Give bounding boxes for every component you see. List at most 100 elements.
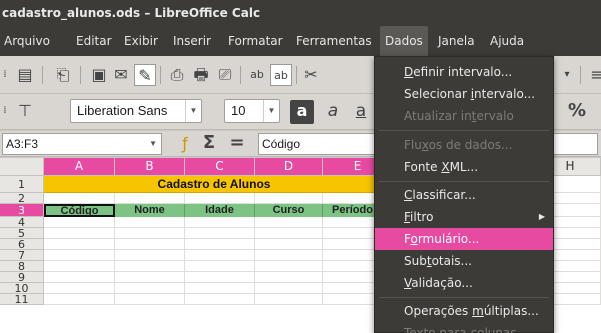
menu-ferramentas[interactable]: Ferramentas xyxy=(296,26,372,56)
grid-cell[interactable] xyxy=(115,250,185,261)
grid-cell[interactable] xyxy=(185,294,255,305)
font-name-box[interactable]: Liberation Sans ▼ xyxy=(70,99,202,123)
grid-cell[interactable] xyxy=(185,239,255,250)
grid-cell[interactable] xyxy=(185,217,255,228)
print-icon[interactable]: 🖶 xyxy=(190,64,212,86)
menu-janela[interactable]: Janela xyxy=(438,26,475,56)
submenu-arrow-icon: ▶ xyxy=(538,212,545,221)
formula-icon[interactable]: = xyxy=(226,132,248,154)
grid-cell[interactable] xyxy=(185,272,255,283)
grid-cell[interactable] xyxy=(44,217,115,228)
toolbar-grip-icon[interactable]: ⁞ xyxy=(0,64,10,86)
menu-item-subtotais[interactable]: Subtotais... xyxy=(375,250,553,272)
grid-cell[interactable] xyxy=(115,217,185,228)
bold-icon[interactable]: a xyxy=(290,100,314,124)
grid-cell[interactable] xyxy=(255,217,323,228)
chevron-down-icon[interactable]: ▼ xyxy=(185,100,201,122)
overflow-icon[interactable]: ≡ xyxy=(586,64,601,86)
grid-cell[interactable] xyxy=(255,294,323,305)
grid-cell[interactable] xyxy=(44,283,115,294)
grid-cell[interactable] xyxy=(185,261,255,272)
spellcheck-icon[interactable]: ab xyxy=(246,64,268,86)
grid-cell[interactable] xyxy=(185,228,255,239)
grid-cell[interactable] xyxy=(185,283,255,294)
grid-cell[interactable] xyxy=(115,239,185,250)
column-header-b[interactable]: B xyxy=(115,158,185,176)
grid-cell[interactable] xyxy=(255,283,323,294)
menu-arquivo[interactable]: Arquivo xyxy=(4,26,50,56)
save-icon[interactable]: ▣ xyxy=(88,64,110,86)
grid-cell[interactable] xyxy=(115,228,185,239)
chevron-down-icon[interactable]: ▼ xyxy=(149,134,157,154)
chevron-down-icon[interactable]: ▼ xyxy=(263,100,279,122)
menu-editar[interactable]: Editar xyxy=(76,26,112,56)
grid-cell[interactable] xyxy=(115,193,185,204)
menu-item-filtro[interactable]: Filtro ▶ xyxy=(375,206,553,228)
select-all-corner[interactable] xyxy=(0,158,44,176)
grid-cell[interactable] xyxy=(115,283,185,294)
autospellcheck-icon[interactable]: ab xyxy=(270,64,292,86)
name-box[interactable]: A3:F3 ▼ xyxy=(2,133,162,155)
grid-cell[interactable] xyxy=(255,193,323,204)
print-preview-icon[interactable]: ⎚ xyxy=(214,64,236,86)
font-size-box[interactable]: 10 ▼ xyxy=(224,99,280,123)
menu-formatar[interactable]: Formatar xyxy=(228,26,283,56)
email-icon[interactable]: ✉ xyxy=(110,64,132,86)
grid-cell[interactable] xyxy=(44,261,115,272)
grid-cell[interactable] xyxy=(255,261,323,272)
menu-item-operacoes-multiplas[interactable]: Operações múltiplas... xyxy=(375,300,553,322)
menu-separator xyxy=(379,181,549,182)
grid-cell[interactable] xyxy=(44,250,115,261)
header-cell-curso[interactable]: Curso xyxy=(255,204,323,217)
grid-cell[interactable] xyxy=(44,193,115,204)
menu-item-definir-intervalo[interactable]: Definir intervalo... xyxy=(375,61,553,83)
grid-cell[interactable] xyxy=(115,272,185,283)
grid-cell[interactable] xyxy=(185,250,255,261)
edit-mode-icon[interactable]: ✎ xyxy=(134,64,156,86)
menu-separator xyxy=(379,297,549,298)
grid-cell[interactable] xyxy=(255,272,323,283)
grid-cell[interactable] xyxy=(255,250,323,261)
header-cell-idade[interactable]: Idade xyxy=(185,204,255,217)
menu-item-texto-para-colunas: Texto para colunas... xyxy=(404,326,529,333)
grid-cell[interactable] xyxy=(255,228,323,239)
menu-item-selecionar-intervalo[interactable]: Selecionar intervalo... xyxy=(375,83,553,105)
column-header-d[interactable]: D xyxy=(255,158,323,176)
row-header-2[interactable]: 2 xyxy=(0,193,44,204)
new-document-icon[interactable]: ▤ xyxy=(14,64,36,86)
export-pdf-icon[interactable]: ⎙ xyxy=(166,64,188,86)
cut-icon[interactable]: ✂ xyxy=(300,64,322,86)
percent-format-icon[interactable]: % xyxy=(566,100,588,122)
menu-exibir[interactable]: Exibir xyxy=(124,26,158,56)
toolbar-grip-icon[interactable]: ⁞ xyxy=(0,100,10,122)
sum-icon[interactable]: Σ xyxy=(198,132,220,154)
menu-item-formulario[interactable]: Formulário... xyxy=(375,228,553,250)
header-cell-codigo[interactable]: Código xyxy=(44,204,115,217)
menu-dados[interactable]: Dados xyxy=(380,26,428,56)
grid-cell[interactable] xyxy=(115,261,185,272)
header-cell-nome[interactable]: Nome xyxy=(115,204,185,217)
column-header-c[interactable]: C xyxy=(185,158,255,176)
menu-inserir[interactable]: Inserir xyxy=(173,26,211,56)
sheet-title-cell[interactable]: Cadastro de Alunos xyxy=(44,176,384,193)
grid-cell[interactable] xyxy=(255,239,323,250)
grid-cell[interactable] xyxy=(44,228,115,239)
menu-item-validacao[interactable]: Validação... xyxy=(375,272,553,294)
open-file-icon[interactable]: ⎗ xyxy=(52,64,74,86)
italic-icon[interactable]: a xyxy=(322,100,344,122)
row-header-1[interactable]: 1 xyxy=(0,176,44,193)
row-header-11[interactable]: 11 xyxy=(0,294,44,305)
column-header-a[interactable]: A xyxy=(44,158,115,176)
menu-ajuda[interactable]: Ajuda xyxy=(490,26,524,56)
menu-item-fonte-xml[interactable]: Fonte XML... xyxy=(375,156,553,178)
styles-icon[interactable]: ⊤ xyxy=(14,100,36,122)
function-wizard-icon[interactable]: ƒ xyxy=(174,133,196,155)
grid-cell[interactable] xyxy=(44,239,115,250)
underline-icon[interactable]: a xyxy=(350,100,372,122)
dropdown-arrow-icon[interactable]: ▾ xyxy=(556,64,578,86)
grid-cell[interactable] xyxy=(185,193,255,204)
menu-item-classificar[interactable]: Classificar... xyxy=(375,184,553,206)
grid-cell[interactable] xyxy=(44,294,115,305)
grid-cell[interactable] xyxy=(115,294,185,305)
grid-cell[interactable] xyxy=(44,272,115,283)
